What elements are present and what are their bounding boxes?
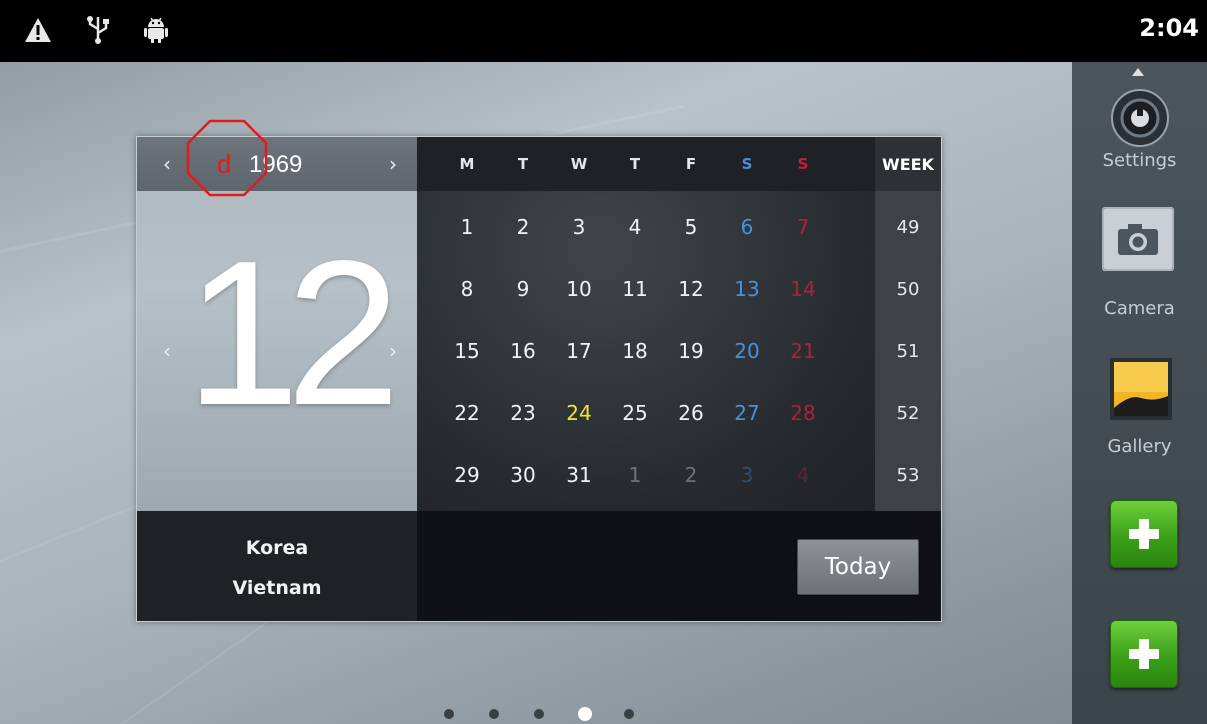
week-number: 50 (896, 279, 920, 300)
week-column (875, 137, 941, 511)
day-cell[interactable]: 24 (555, 401, 603, 425)
week-header: WEEK (875, 137, 941, 191)
dock-label-settings[interactable]: Settings (1072, 150, 1207, 171)
country-vietnam[interactable]: Vietnam (137, 577, 417, 599)
page-dot[interactable] (534, 709, 544, 719)
day-cell[interactable]: 1 (611, 463, 659, 487)
day-cell[interactable]: 18 (611, 339, 659, 363)
page-dot[interactable] (444, 709, 454, 719)
day-cell[interactable]: 5 (667, 215, 715, 239)
week-number: 51 (896, 341, 920, 362)
add-shortcut-icon[interactable] (1110, 620, 1178, 688)
day-cell[interactable]: 31 (555, 463, 603, 487)
day-cell[interactable]: 4 (611, 215, 659, 239)
weekday-label: M (459, 155, 475, 173)
days-grid (417, 137, 875, 511)
day-cell[interactable]: 10 (555, 277, 603, 301)
day-cell[interactable]: 9 (499, 277, 547, 301)
page-dot[interactable] (624, 709, 634, 719)
day-cell[interactable]: 17 (555, 339, 603, 363)
weekday-label: S (741, 155, 753, 173)
day-cell[interactable]: 25 (611, 401, 659, 425)
next-year-button[interactable]: › (379, 148, 407, 180)
day-cell[interactable]: 7 (779, 215, 827, 239)
countries-panel (137, 511, 417, 621)
weekday-label: W (570, 155, 588, 173)
warning-icon (22, 14, 54, 46)
day-cell[interactable]: 11 (611, 277, 659, 301)
weekday-label: T (629, 155, 641, 173)
month-number: 12 (185, 218, 400, 448)
prev-year-button[interactable]: ‹ (153, 148, 181, 180)
day-cell[interactable]: 2 (499, 215, 547, 239)
add-shortcut-icon[interactable] (1110, 500, 1178, 568)
day-cell[interactable]: 12 (667, 277, 715, 301)
weekday-label: F (685, 155, 697, 173)
dock-scroll-up-icon[interactable] (1132, 68, 1144, 76)
settings-icon[interactable] (1108, 88, 1172, 152)
prev-month-button[interactable]: ‹ (153, 335, 181, 367)
calendar-widget: ‹ › 1969 d ‹ › 12 WEEK Korea Vietnam Tod… (136, 119, 942, 622)
day-cell[interactable]: 3 (723, 463, 771, 487)
day-cell[interactable]: 20 (723, 339, 771, 363)
day-cell[interactable]: 28 (779, 401, 827, 425)
day-cell[interactable]: 13 (723, 277, 771, 301)
day-cell[interactable]: 27 (723, 401, 771, 425)
day-cell[interactable]: 8 (443, 277, 491, 301)
dock-label-gallery[interactable]: Gallery (1072, 436, 1207, 457)
week-number: 53 (896, 465, 920, 486)
day-cell[interactable]: 15 (443, 339, 491, 363)
day-cell[interactable]: 23 (499, 401, 547, 425)
status-bar: 2:04 (0, 0, 1207, 62)
day-cell[interactable]: 19 (667, 339, 715, 363)
day-cell[interactable]: 21 (779, 339, 827, 363)
weekday-label: S (797, 155, 809, 173)
gallery-icon[interactable] (1110, 358, 1172, 424)
usb-icon (82, 14, 114, 46)
android-debug-icon (140, 14, 172, 46)
week-number: 49 (896, 217, 920, 238)
dock-label-camera[interactable]: Camera (1072, 298, 1207, 319)
day-cell[interactable]: 14 (779, 277, 827, 301)
day-cell[interactable]: 3 (555, 215, 603, 239)
annotation-octagon (186, 119, 268, 197)
day-cell[interactable]: 6 (723, 215, 771, 239)
day-cell[interactable]: 29 (443, 463, 491, 487)
day-cell[interactable]: 16 (499, 339, 547, 363)
today-button[interactable]: Today (797, 539, 919, 595)
day-cell[interactable]: 1 (443, 215, 491, 239)
weekday-label: T (517, 155, 529, 173)
day-cell[interactable]: 22 (443, 401, 491, 425)
country-korea[interactable]: Korea (137, 537, 417, 559)
day-cell[interactable]: 26 (667, 401, 715, 425)
day-cell[interactable]: 2 (667, 463, 715, 487)
status-clock: 2:04 (1139, 14, 1199, 42)
page-dot[interactable] (489, 709, 499, 719)
camera-icon[interactable] (1102, 207, 1174, 275)
week-number: 52 (896, 403, 920, 424)
page-dot-active[interactable] (578, 707, 592, 721)
day-cell[interactable]: 30 (499, 463, 547, 487)
day-cell[interactable]: 4 (779, 463, 827, 487)
